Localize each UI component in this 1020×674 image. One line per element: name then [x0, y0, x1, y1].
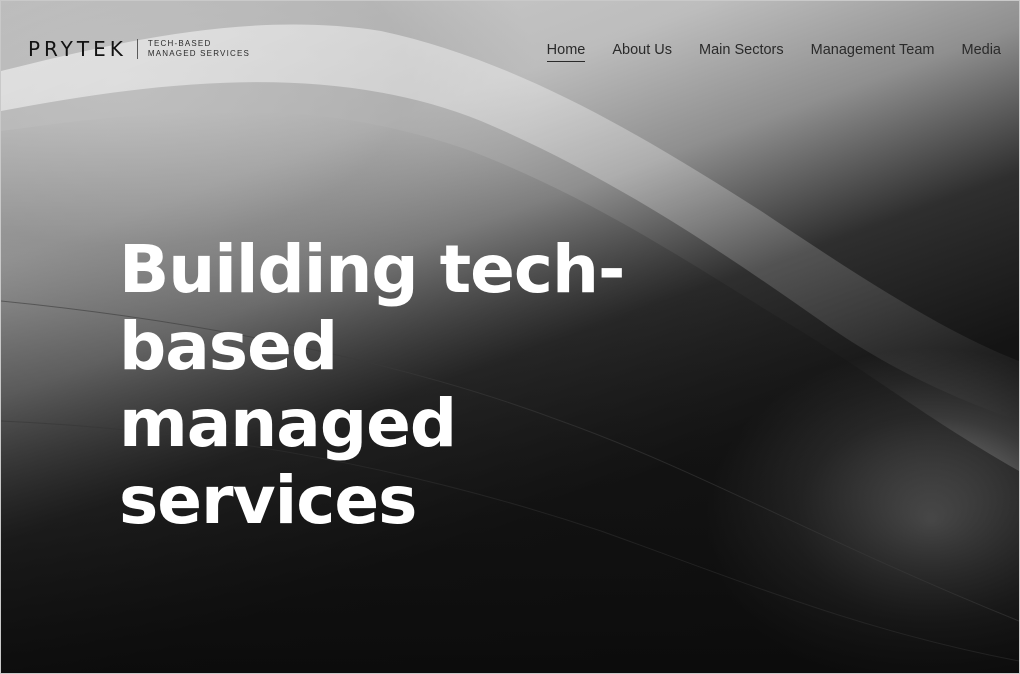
nav-item-about-us[interactable]: About Us — [612, 42, 672, 62]
logo-tagline: TECH-BASED MANAGED SERVICES — [148, 39, 250, 59]
logo-wordmark: PRYTEK — [28, 37, 127, 61]
nav-item-management-team[interactable]: Management Team — [811, 42, 935, 62]
logo-tagline-line1: TECH-BASED — [147, 39, 212, 48]
hero-headline: Building tech-based managed services — [119, 231, 625, 539]
nav-item-media[interactable]: Media — [962, 42, 1002, 62]
logo-tagline-line2: MANAGED SERVICES — [147, 49, 251, 58]
nav-item-main-sectors[interactable]: Main Sectors — [699, 42, 784, 62]
page-frame: PRYTEK TECH-BASED MANAGED SERVICES Home … — [0, 0, 1020, 674]
main-nav: Home About Us Main Sectors Management Te… — [546, 42, 1002, 62]
logo-divider — [136, 39, 138, 59]
nav-item-home[interactable]: Home — [546, 42, 586, 62]
prytek-logo[interactable]: PRYTEK TECH-BASED MANAGED SERVICES — [28, 37, 250, 61]
site-header: PRYTEK TECH-BASED MANAGED SERVICES Home … — [1, 1, 1019, 101]
